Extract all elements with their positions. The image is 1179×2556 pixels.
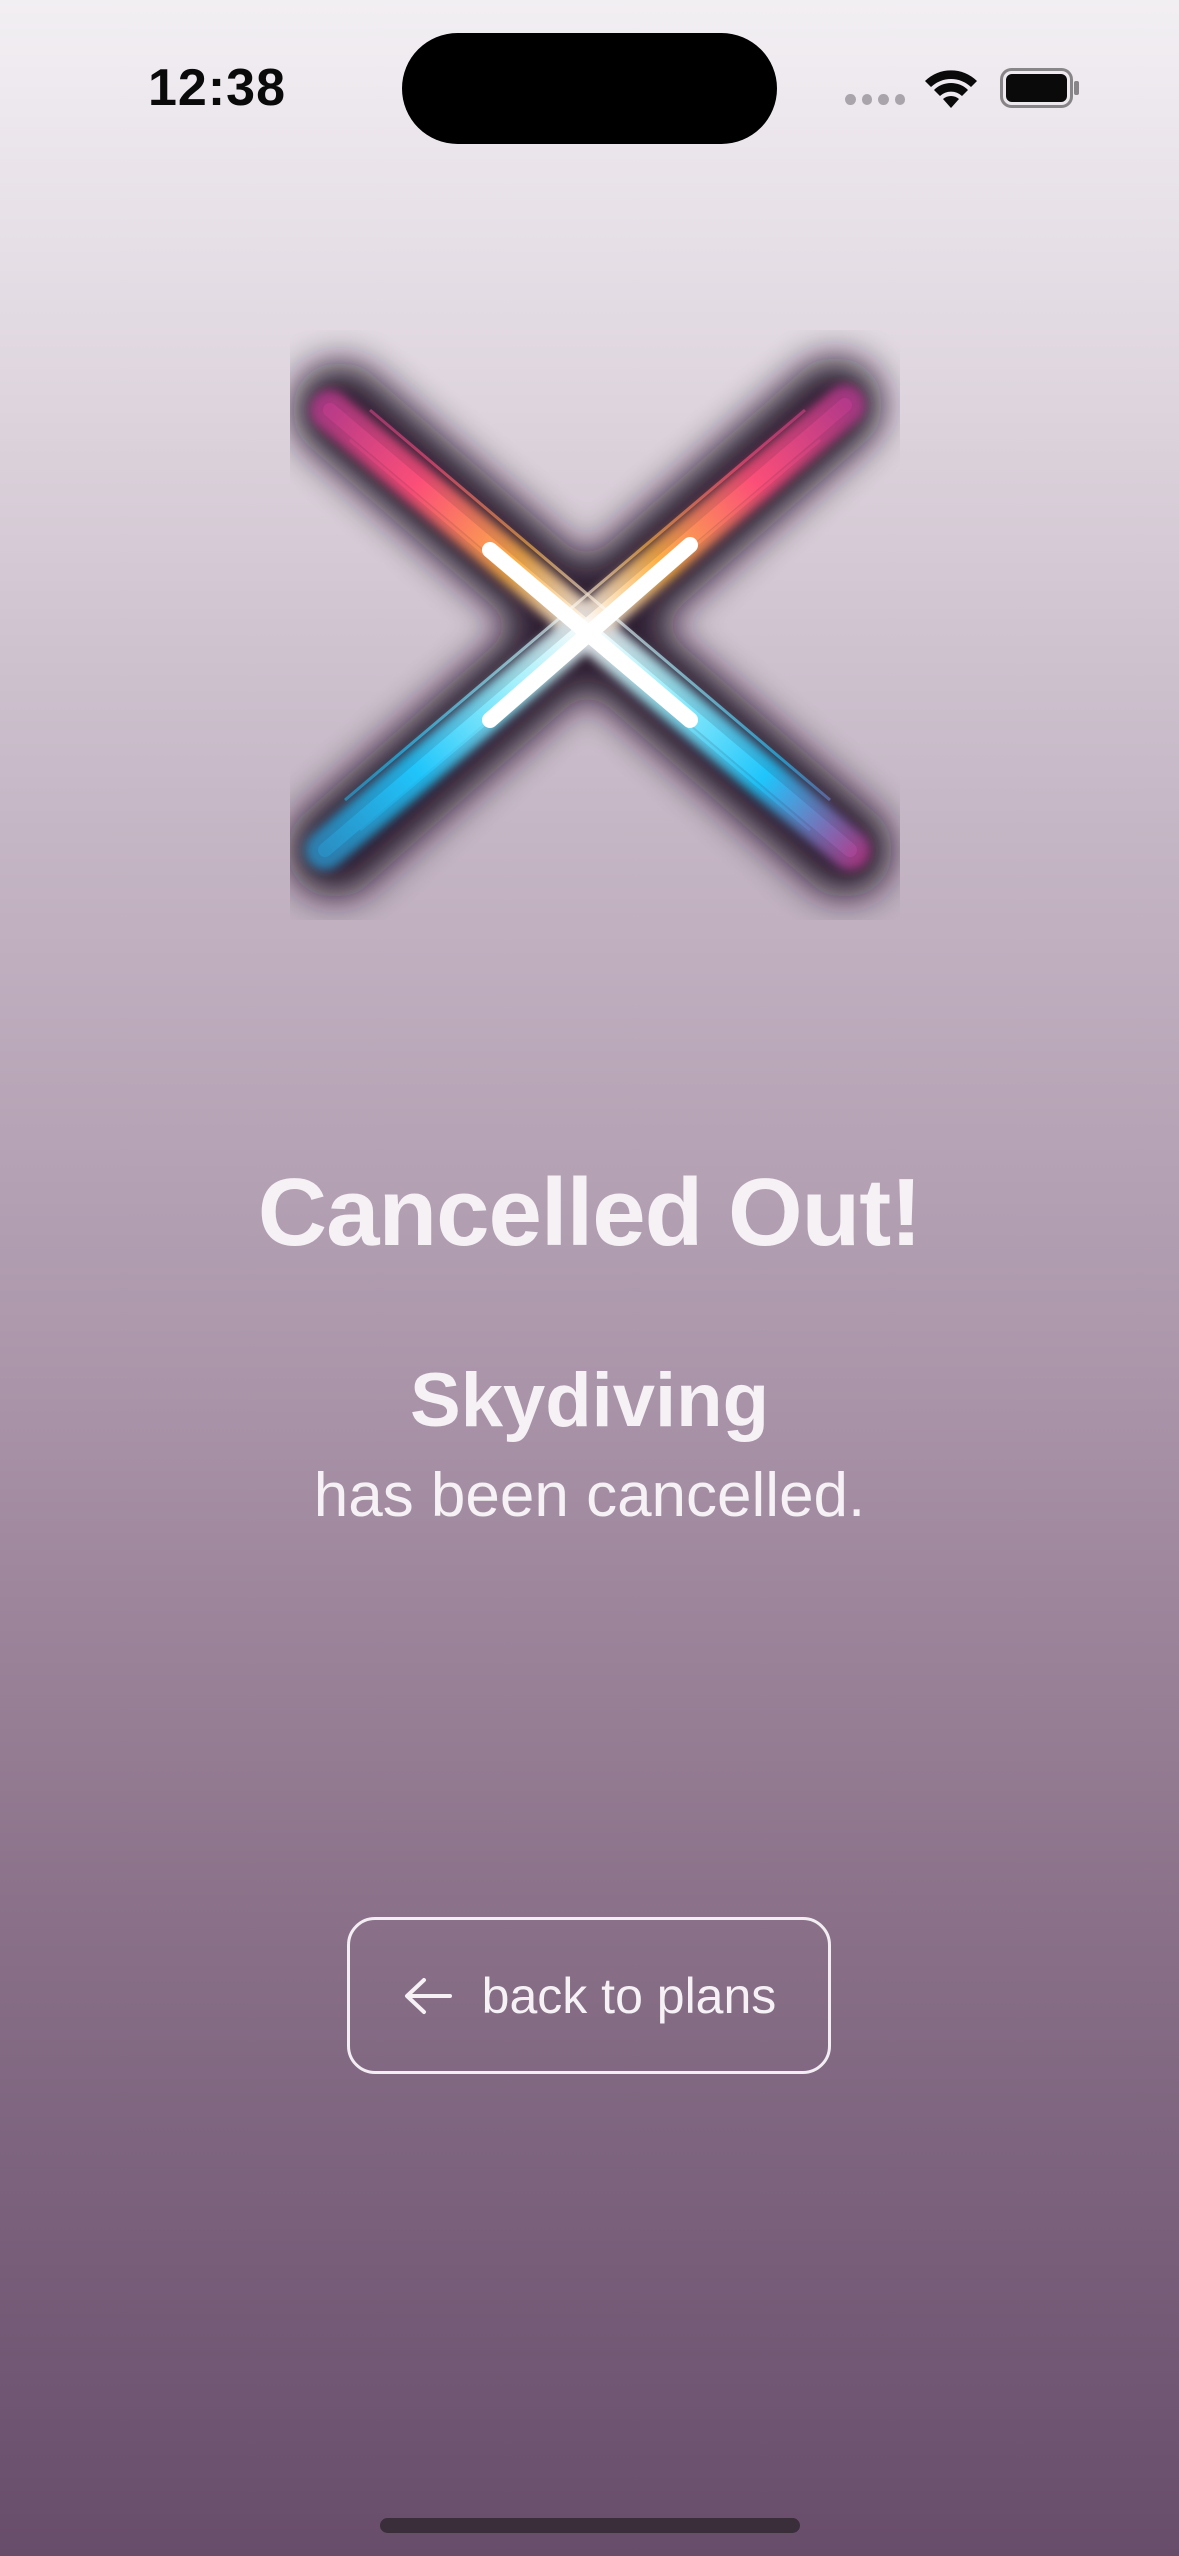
arrow-left-icon: [404, 1977, 452, 2014]
status-time: 12:38: [148, 59, 286, 117]
back-button-label: back to plans: [481, 1967, 777, 2024]
wifi-icon: [925, 70, 977, 108]
cellular-signal-icon: [845, 94, 905, 108]
dynamic-island: [402, 33, 777, 144]
home-indicator[interactable]: [380, 2518, 800, 2533]
activity-name: Skydiving: [410, 1358, 769, 1443]
battery-icon: [1000, 68, 1079, 108]
page-title: Cancelled Out!: [257, 1159, 922, 1266]
status-bar: 12:38: [0, 0, 1179, 175]
cancellation-message: has been cancelled.: [313, 1461, 866, 1530]
cancellation-screen: 12:38 Cancelled Out! Skydiving has been …: [0, 0, 1179, 2556]
back-to-plans-button[interactable]: back to plans: [347, 1917, 831, 2074]
cancelled-x-icon: [290, 357, 893, 898]
